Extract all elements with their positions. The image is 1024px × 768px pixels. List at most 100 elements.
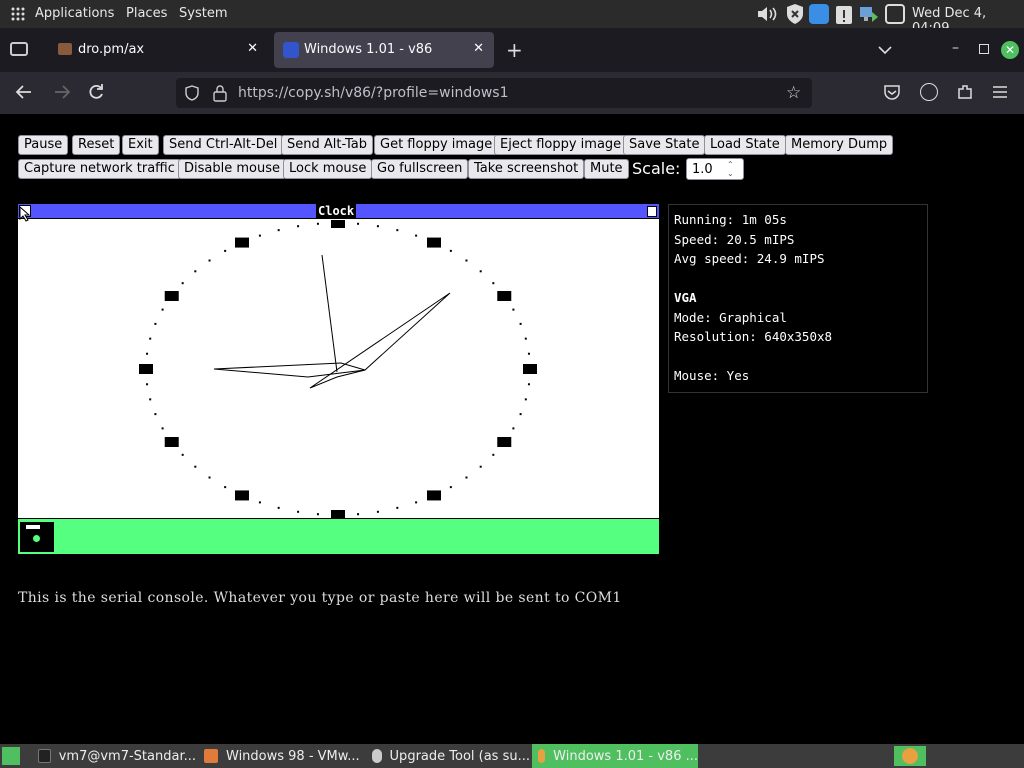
clock-tick — [181, 282, 184, 285]
close-icon[interactable]: ✕ — [247, 41, 258, 56]
spinner-icon[interactable]: ⌃ ⌄ — [727, 160, 734, 178]
clock-tick — [512, 308, 515, 311]
forward-icon[interactable] — [52, 82, 72, 106]
applications-menu[interactable]: Applications — [35, 6, 114, 21]
clock-tick — [224, 249, 227, 252]
task-label: Upgrade Tool (as su... — [389, 748, 530, 764]
window-title: Clock — [316, 204, 357, 219]
clock-tick — [357, 513, 360, 516]
serial-console-text[interactable]: This is the serial console. Whatever you… — [18, 590, 622, 606]
task-label: vm7@vm7-Standar... — [58, 748, 196, 764]
tracking-shield-icon[interactable] — [184, 85, 200, 105]
navigation-bar: https://copy.sh/v86/?profile=windows1 ☆ — [0, 72, 1024, 114]
clock-tick — [258, 501, 261, 504]
reset-button[interactable]: Reset — [72, 135, 121, 155]
reload-icon[interactable] — [86, 82, 106, 106]
mute-button[interactable]: Mute — [584, 159, 629, 179]
eject-floppy-image-button[interactable]: Eject floppy image — [494, 135, 628, 155]
taskbar-item-windows-v86[interactable]: Windows 1.01 - v86 ... — [532, 744, 698, 768]
shield-icon — [372, 749, 382, 763]
taskbar-item-terminal[interactable]: vm7@vm7-Standar... — [28, 744, 196, 768]
minimize-icon[interactable]: – — [952, 40, 959, 56]
clock-tick — [224, 486, 227, 489]
scale-input[interactable]: 1.0 ⌃ ⌄ — [686, 158, 744, 180]
volume-icon[interactable] — [756, 4, 780, 28]
clock-tick — [415, 234, 418, 237]
places-menu[interactable]: Places — [126, 6, 167, 21]
clock-tick — [208, 259, 211, 262]
close-icon[interactable]: ✕ — [473, 41, 484, 56]
system-menu[interactable]: System — [179, 6, 227, 21]
vga-resolution: Resolution: 640x350x8 — [674, 329, 833, 344]
clipboard-alert-icon[interactable] — [834, 3, 854, 29]
disable-mouse-button[interactable]: Disable mouse — [178, 159, 286, 179]
hour-marker — [497, 437, 512, 447]
clock-tick — [277, 506, 280, 509]
send-ctrl-alt-del-button[interactable]: Send Ctrl-Alt-Del — [163, 135, 284, 155]
clock-tick — [316, 513, 319, 516]
pocket-icon[interactable] — [883, 83, 901, 105]
bookmark-star-icon[interactable]: ☆ — [786, 83, 801, 103]
hour-marker — [331, 220, 345, 228]
capture-network-traffic-button[interactable]: Capture network traffic — [18, 159, 181, 179]
exit-button[interactable]: Exit — [122, 135, 159, 155]
chevron-down-icon[interactable] — [878, 40, 892, 59]
clock-tick — [149, 398, 152, 401]
clock-tick — [524, 337, 527, 340]
url-text[interactable]: https://copy.sh/v86/?profile=windows1 — [238, 85, 508, 101]
close-window-icon[interactable]: ✕ — [1001, 41, 1019, 59]
clock-window-titlebar[interactable]: Clock — [18, 204, 659, 219]
clock-tick — [376, 225, 379, 228]
msdos-icon-bar — [18, 518, 659, 554]
speed: Speed: 20.5 mIPS — [674, 231, 795, 247]
taskbar-item-vmware[interactable]: Windows 98 - VMw... — [198, 744, 364, 768]
memory-dump-button[interactable]: Memory Dump — [785, 135, 894, 155]
floppy-disk-icon[interactable] — [20, 522, 54, 552]
pause-button[interactable]: Pause — [18, 135, 69, 155]
save-state-button[interactable]: Save State — [623, 135, 706, 155]
take-screenshot-button[interactable]: Take screenshot — [468, 159, 585, 179]
go-fullscreen-button[interactable]: Go fullscreen — [371, 159, 469, 179]
lock-mouse-button[interactable]: Lock mouse — [283, 159, 373, 179]
clock-tick — [415, 501, 418, 504]
get-floppy-image-button[interactable]: Get floppy image — [374, 135, 499, 155]
hamburger-menu-icon[interactable] — [992, 84, 1008, 103]
tab-dro-pm[interactable]: dro.pm/ax ✕ — [48, 32, 268, 68]
hour-hand — [213, 362, 366, 378]
task-label: Windows 98 - VMw... — [226, 748, 360, 764]
lock-icon[interactable] — [212, 84, 228, 106]
account-icon[interactable] — [920, 83, 938, 101]
clock-tick — [527, 352, 530, 355]
apps-grid-icon[interactable] — [10, 6, 26, 22]
clock-tick — [357, 222, 360, 225]
vga-mode: Mode: Graphical — [674, 309, 787, 325]
load-state-button[interactable]: Load State — [704, 135, 786, 155]
send-alt-tab-button[interactable]: Send Alt-Tab — [281, 135, 373, 155]
emulator-screen[interactable]: Clock — [18, 204, 659, 554]
window-list-icon[interactable] — [885, 4, 905, 24]
clock-tick — [512, 427, 515, 430]
clock-tick — [208, 476, 211, 479]
taskbar-item-upgrade-tool[interactable]: Upgrade Tool (as su... — [366, 744, 530, 768]
tab-windows-v86[interactable]: Windows 1.01 - v86 ✕ — [274, 32, 494, 68]
serial-console[interactable]: This is the serial console. Whatever you… — [18, 588, 1006, 744]
extensions-icon[interactable] — [956, 83, 974, 105]
tab-overview-icon[interactable] — [10, 42, 28, 56]
url-bar[interactable]: https://copy.sh/v86/?profile=windows1 ☆ — [176, 78, 812, 108]
back-icon[interactable] — [14, 82, 34, 106]
clock-tick — [519, 413, 522, 416]
mouse-cursor-icon — [19, 205, 31, 226]
tray-app-icon[interactable] — [894, 746, 926, 766]
show-desktop-icon[interactable] — [2, 747, 20, 765]
restore-icon[interactable] — [979, 44, 989, 54]
clock-tick — [376, 510, 379, 513]
size-box-icon[interactable] — [647, 206, 657, 217]
running-time: Running: 1m 05s — [674, 212, 787, 227]
clock-tick — [449, 486, 452, 489]
security-shield-icon[interactable] — [784, 3, 806, 29]
new-tab-icon[interactable]: + — [506, 38, 523, 62]
update-icon[interactable] — [809, 4, 829, 24]
clock-tick — [146, 383, 149, 386]
clock-tick — [316, 222, 319, 225]
network-icon[interactable] — [858, 4, 880, 28]
